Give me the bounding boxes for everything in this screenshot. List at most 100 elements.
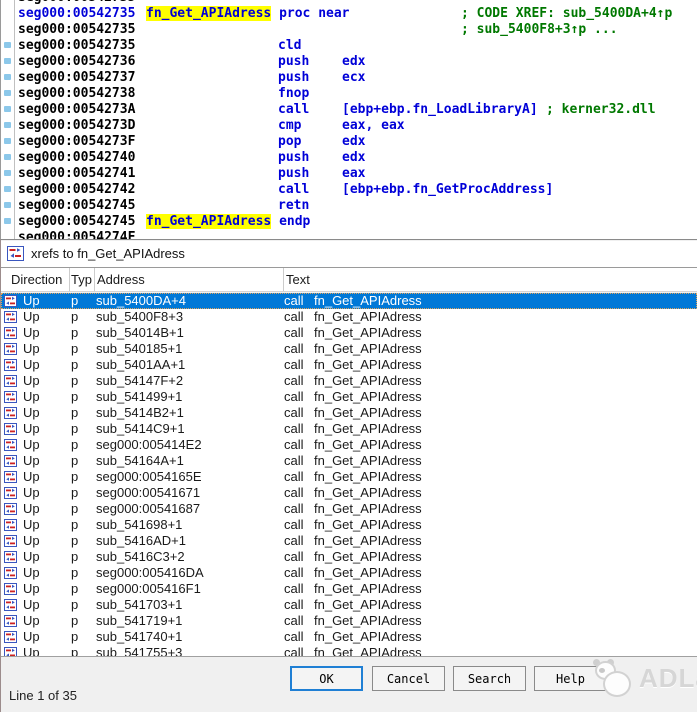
xrefs-table[interactable]: Uppsub_5400DA+4callfn_Get_APIAdressUppsu… (1, 293, 697, 657)
address-cell: sub_5414C9+1 (96, 421, 185, 437)
text-mnemonic: call (284, 325, 304, 341)
xref-row[interactable]: Uppseg000:00541671callfn_Get_APIAdress (1, 485, 697, 501)
column-header-typ[interactable]: Typ (71, 268, 92, 291)
column-header-address[interactable]: Address (97, 268, 145, 291)
disasm-line[interactable]: seg000:00542738fnop (1, 86, 697, 102)
type-cell: p (71, 437, 78, 453)
type-cell: p (71, 469, 78, 485)
highlighted-function-name[interactable]: fn_Get_APIAdress (146, 6, 271, 21)
disasm-address: seg000:00542740 (18, 150, 135, 165)
xref-row[interactable]: Uppsub_5414C9+1callfn_Get_APIAdress (1, 421, 697, 437)
cancel-button[interactable]: Cancel (372, 666, 445, 691)
xref-row[interactable]: Uppsub_5400F8+3callfn_Get_APIAdress (1, 309, 697, 325)
column-separator[interactable] (69, 268, 70, 291)
text-target: fn_Get_APIAdress (314, 373, 422, 389)
disasm-line[interactable]: seg000:0054274F (1, 230, 697, 239)
mnemonic: call (278, 182, 309, 197)
text-mnemonic: call (284, 517, 304, 533)
column-header-direction[interactable]: Direction (11, 268, 62, 291)
xref-row[interactable]: Uppseg000:005416F1callfn_Get_APIAdress (1, 581, 697, 597)
xref-row[interactable]: Uppsub_54164A+1callfn_Get_APIAdress (1, 453, 697, 469)
mnemonic: retn (278, 198, 309, 213)
direction-cell: Up (23, 549, 40, 565)
text-mnemonic: call (284, 485, 304, 501)
search-button[interactable]: Search (453, 666, 526, 691)
text-mnemonic: call (284, 533, 304, 549)
direction-cell: Up (23, 517, 40, 533)
direction-cell: Up (23, 501, 40, 517)
xref-row[interactable]: Uppsub_5400DA+4callfn_Get_APIAdress (1, 293, 697, 309)
type-cell: p (71, 309, 78, 325)
column-separator[interactable] (94, 268, 95, 291)
direction-cell: Up (23, 597, 40, 613)
disasm-line[interactable]: seg000:00542735; sub_5400F8+3↑p ... (1, 22, 697, 38)
address-cell: seg000:0054165E (96, 469, 202, 485)
xref-row[interactable]: Uppseg000:005416DAcallfn_Get_APIAdress (1, 565, 697, 581)
address-cell: sub_541499+1 (96, 389, 182, 405)
disasm-line[interactable]: seg000:00542741pusheax (1, 166, 697, 182)
direction-cell: Up (23, 341, 40, 357)
text-target: fn_Get_APIAdress (314, 597, 422, 613)
address-cell: sub_5416AD+1 (96, 533, 186, 549)
help-button[interactable]: Help (534, 666, 607, 691)
type-cell: p (71, 501, 78, 517)
address-cell: sub_54014B+1 (96, 325, 184, 341)
text-mnemonic: call (284, 293, 304, 309)
highlighted-function-name[interactable]: fn_Get_APIAdress (146, 214, 271, 229)
xref-row[interactable]: Uppseg000:0054165Ecallfn_Get_APIAdress (1, 469, 697, 485)
operands: [ebp+ebp.fn_LoadLibraryA] (342, 102, 538, 117)
disasm-line[interactable]: seg000:0054273Dcmpeax, eax (1, 118, 697, 134)
disassembly-view[interactable]: seg000:00542735seg000:00542735fn_Get_API… (0, 0, 697, 239)
xref-row[interactable]: Uppsub_54147F+2callfn_Get_APIAdress (1, 373, 697, 389)
address-cell: sub_541755+3 (96, 645, 182, 657)
xref-row[interactable]: Uppsub_5414B2+1callfn_Get_APIAdress (1, 405, 697, 421)
disasm-line[interactable]: seg000:00542736pushedx (1, 54, 697, 70)
xref-row[interactable]: Uppsub_541698+1callfn_Get_APIAdress (1, 517, 697, 533)
direction-cell: Up (23, 533, 40, 549)
column-separator[interactable] (283, 268, 284, 291)
xref-row[interactable]: Uppsub_541703+1callfn_Get_APIAdress (1, 597, 697, 613)
operands: edx (342, 134, 365, 149)
disasm-line[interactable]: seg000:0054273Acall[ebp+ebp.fn_LoadLibra… (1, 102, 697, 118)
direction-cell: Up (23, 405, 40, 421)
xref-row[interactable]: Uppsub_5401AA+1callfn_Get_APIAdress (1, 357, 697, 373)
type-cell: p (71, 325, 78, 341)
disasm-line[interactable]: seg000:00542735cld (1, 38, 697, 54)
xref-row[interactable]: Uppsub_541499+1callfn_Get_APIAdress (1, 389, 697, 405)
disasm-line[interactable]: seg000:00542737pushecx (1, 70, 697, 86)
text-target: fn_Get_APIAdress (314, 437, 422, 453)
xref-row[interactable]: Uppsub_541719+1callfn_Get_APIAdress (1, 613, 697, 629)
text-target: fn_Get_APIAdress (314, 309, 422, 325)
xref-row[interactable]: Uppsub_5416AD+1callfn_Get_APIAdress (1, 533, 697, 549)
direction-cell: Up (23, 309, 40, 325)
xref-row[interactable]: Uppseg000:005414E2callfn_Get_APIAdress (1, 437, 697, 453)
text-mnemonic: call (284, 549, 304, 565)
disasm-line[interactable]: seg000:00542740pushedx (1, 150, 697, 166)
text-target: fn_Get_APIAdress (314, 501, 422, 517)
address-cell: seg000:00541687 (96, 501, 200, 517)
text-mnemonic: call (284, 645, 304, 657)
disasm-address: seg000:00542737 (18, 70, 135, 85)
xref-row[interactable]: Uppsub_540185+1callfn_Get_APIAdress (1, 341, 697, 357)
xref-row[interactable]: Uppsub_541740+1callfn_Get_APIAdress (1, 629, 697, 645)
disasm-line[interactable]: seg000:00542742call[ebp+ebp.fn_GetProcAd… (1, 182, 697, 198)
disasm-line[interactable]: seg000:00542735fn_Get_APIAdress proc nea… (1, 6, 697, 22)
column-header-text[interactable]: Text (286, 268, 310, 291)
type-cell: p (71, 373, 78, 389)
text-mnemonic: call (284, 389, 304, 405)
ok-button[interactable]: OK (290, 666, 363, 691)
text-target: fn_Get_APIAdress (314, 469, 422, 485)
xref-row[interactable]: Uppsub_54014B+1callfn_Get_APIAdress (1, 325, 697, 341)
xref-row[interactable]: Uppsub_5416C3+2callfn_Get_APIAdress (1, 549, 697, 565)
disasm-line[interactable]: seg000:00542745retn (1, 198, 697, 214)
function-name-wrap: fn_Get_APIAdress endp (146, 214, 310, 229)
xrefs-dialog: xrefs to fn_Get_APIAdress DirectionTypAd… (0, 239, 697, 712)
text-target: fn_Get_APIAdress (314, 533, 422, 549)
xref-row[interactable]: Uppseg000:00541687callfn_Get_APIAdress (1, 501, 697, 517)
address-cell: sub_54147F+2 (96, 373, 183, 389)
xref-row[interactable]: Uppsub_541755+3callfn_Get_APIAdress (1, 645, 697, 657)
disasm-line[interactable]: seg000:00542745fn_Get_APIAdress endp (1, 214, 697, 230)
disasm-line[interactable]: seg000:0054273Fpopedx (1, 134, 697, 150)
text-mnemonic: call (284, 613, 304, 629)
address-cell: sub_540185+1 (96, 341, 182, 357)
